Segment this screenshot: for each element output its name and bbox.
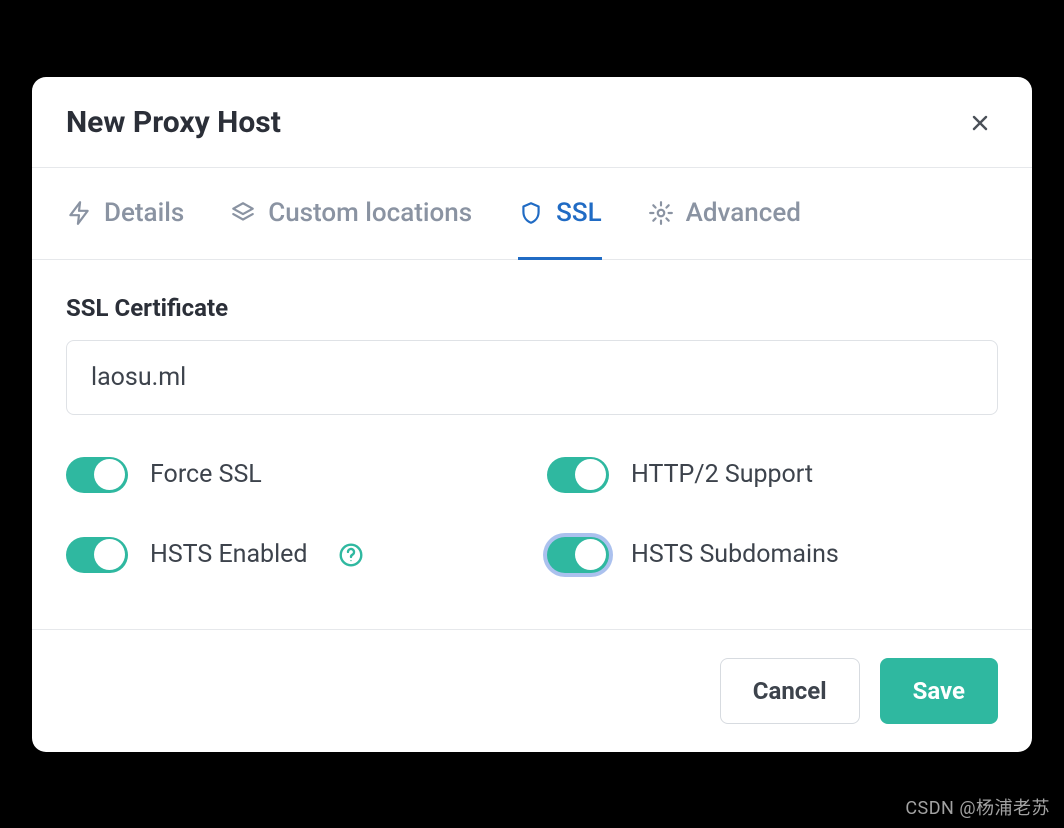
tabs: Details Custom locations SSL Advanced [32,168,1032,260]
tab-label: SSL [556,198,602,228]
modal-header: New Proxy Host [32,77,1032,167]
bolt-icon [66,200,92,226]
tab-custom-locations[interactable]: Custom locations [230,168,472,259]
toggle-force-ssl-row: Force SSL [66,457,517,493]
toggle-label: HSTS Subdomains [631,540,839,569]
toggle-hsts-sub-row: HSTS Subdomains [547,537,998,573]
shield-icon [518,200,544,226]
ssl-cert-value: laosu.ml [91,363,186,392]
toggle-force-ssl[interactable] [66,457,128,493]
toggle-http2-row: HTTP/2 Support [547,457,998,493]
toggle-label: HTTP/2 Support [631,460,813,489]
proxy-host-modal: New Proxy Host Details Custom locations … [32,77,1032,752]
toggle-hsts[interactable] [66,537,128,573]
toggle-label: HSTS Enabled [150,540,308,569]
close-icon [968,111,992,135]
tab-label: Details [104,198,184,228]
cancel-button[interactable]: Cancel [720,658,860,724]
modal-body: SSL Certificate laosu.ml Force SSL HTTP/… [32,260,1032,629]
layers-icon [230,200,256,226]
toggle-label: Force SSL [150,460,262,489]
help-icon[interactable] [338,542,364,568]
toggle-hsts-sub[interactable] [547,537,609,573]
tab-advanced[interactable]: Advanced [648,168,801,259]
toggle-hsts-row: HSTS Enabled [66,537,517,573]
ssl-cert-label: SSL Certificate [66,294,998,322]
modal-title: New Proxy Host [66,105,281,140]
toggle-http2[interactable] [547,457,609,493]
save-button[interactable]: Save [880,658,998,724]
tab-details[interactable]: Details [66,168,184,259]
ssl-cert-select[interactable]: laosu.ml [66,340,998,415]
toggle-grid: Force SSL HTTP/2 Support HSTS Enabled HS… [66,457,998,573]
close-button[interactable] [962,105,998,141]
modal-footer: Cancel Save [32,629,1032,752]
tab-ssl[interactable]: SSL [518,168,602,259]
watermark: CSDN @杨浦老苏 [905,794,1050,820]
tab-label: Custom locations [268,198,472,228]
gear-icon [648,200,674,226]
tab-label: Advanced [686,198,801,228]
